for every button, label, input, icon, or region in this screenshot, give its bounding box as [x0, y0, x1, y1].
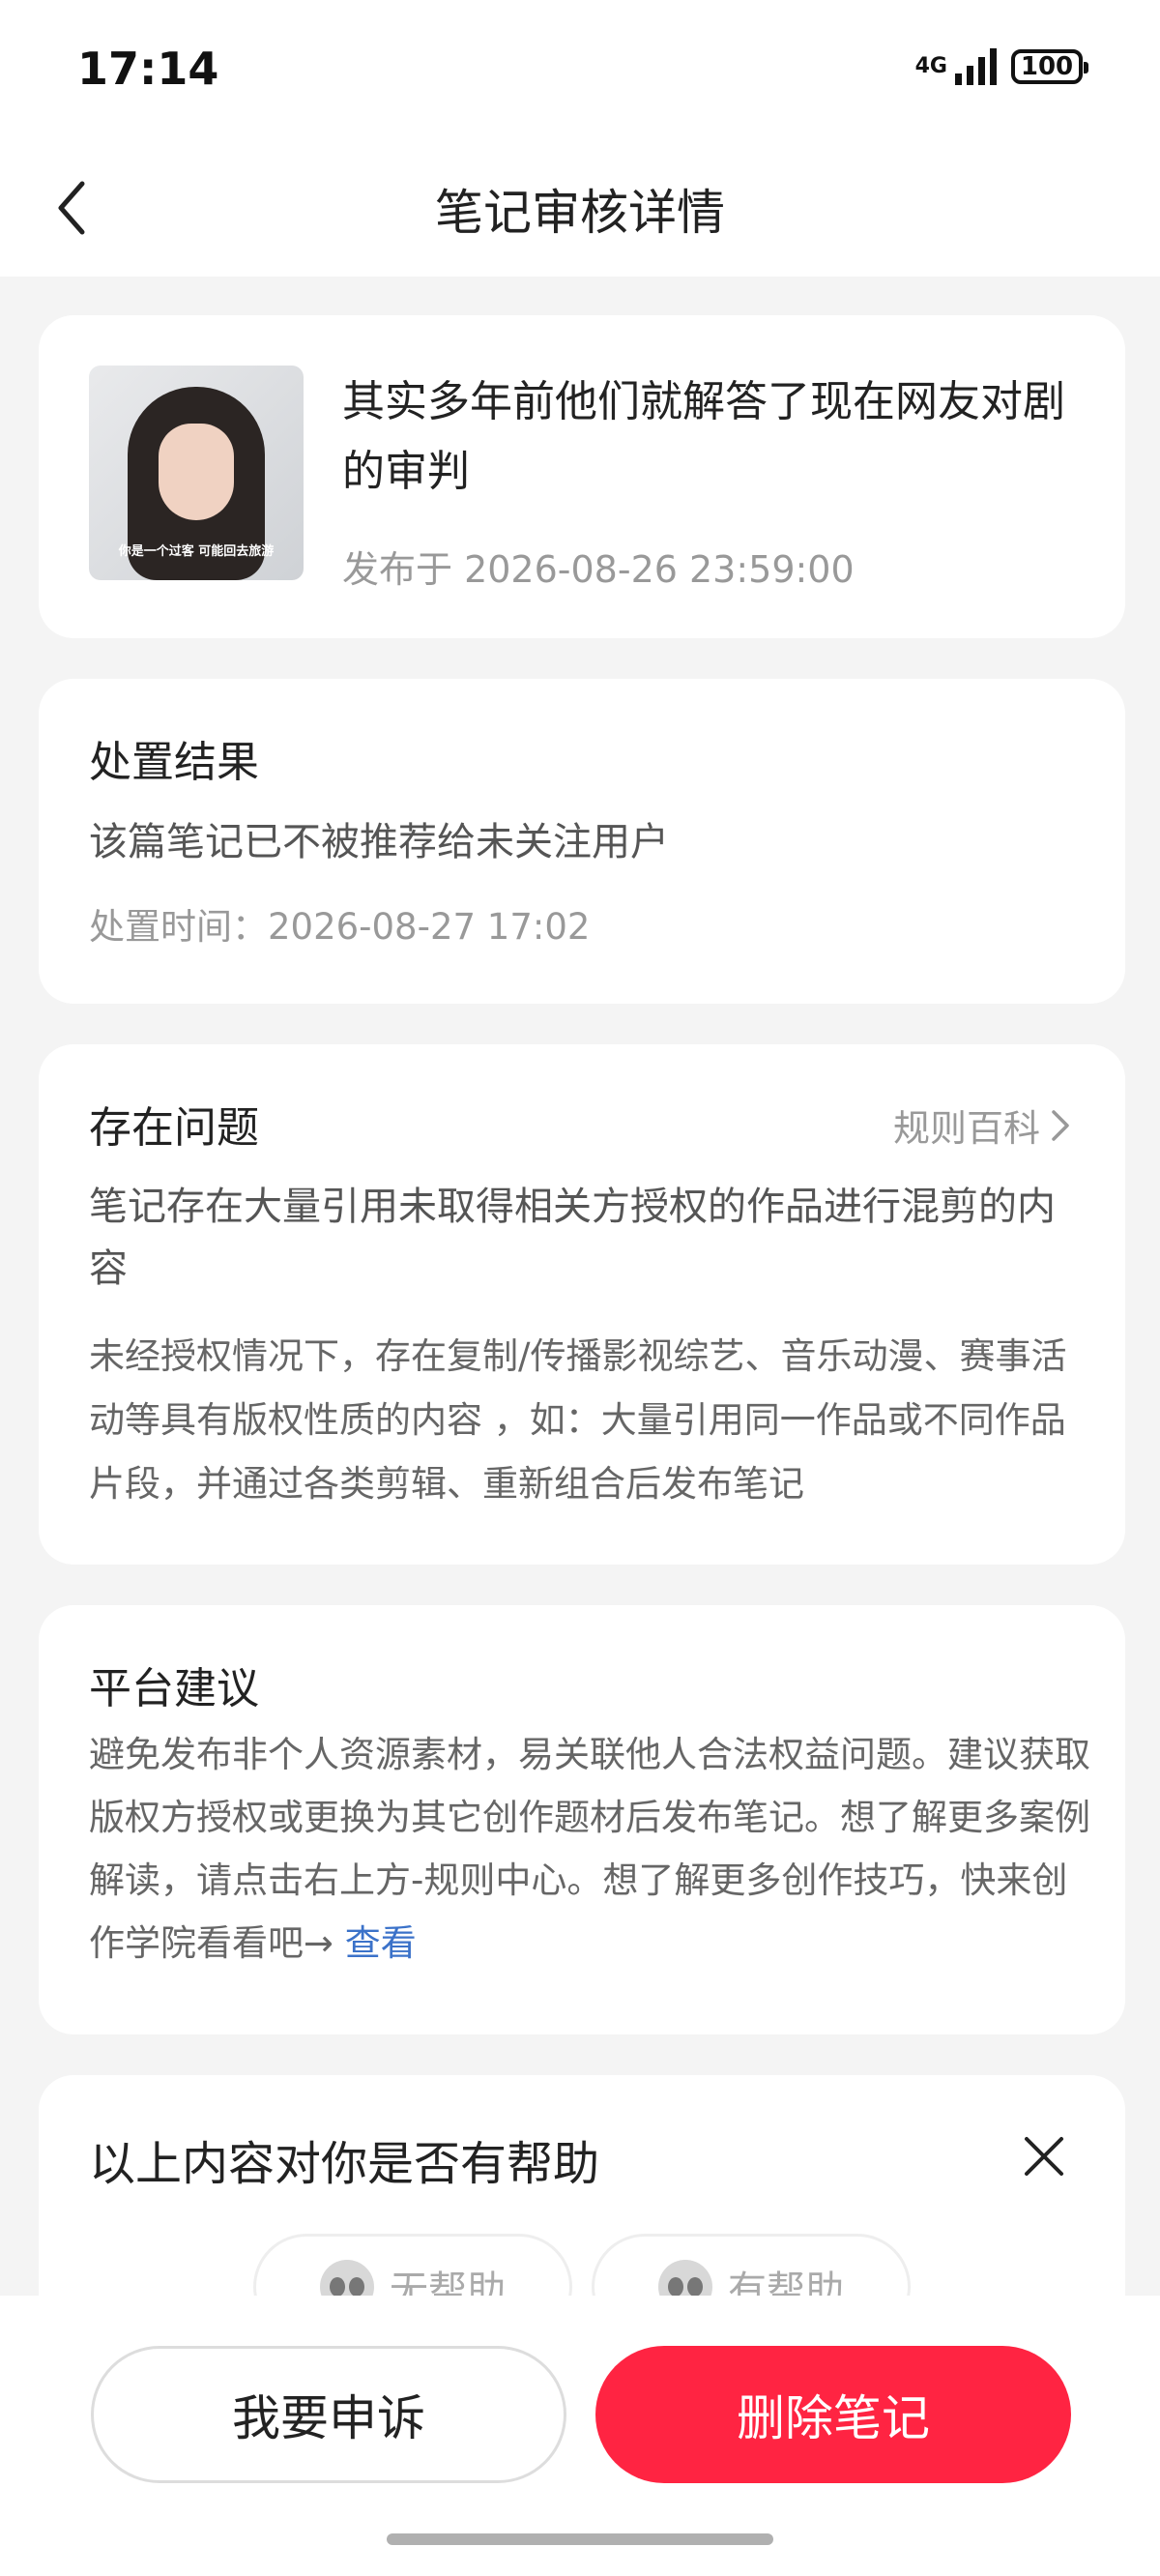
signal-icon	[955, 48, 997, 85]
suggestion-heading: 平台建议	[89, 1664, 259, 1713]
battery-icon: 100	[1011, 49, 1088, 84]
rules-wiki-link[interactable]: 规则百科	[893, 1098, 1071, 1152]
issue-card: 存在问题 规则百科 笔记存在大量引用未取得相关方授权的作品进行混剪的内容 未经授…	[39, 1044, 1125, 1565]
home-indicator[interactable]	[387, 2533, 773, 2545]
issue-title: 笔记存在大量引用未取得相关方授权的作品进行混剪的内容	[89, 1185, 1056, 1291]
feedback-question: 以上内容对你是否有帮助	[89, 2137, 600, 2191]
close-icon	[1025, 2137, 1063, 2176]
close-feedback-button[interactable]	[1017, 2129, 1071, 2183]
status-time: 17:14	[77, 43, 219, 95]
chevron-right-icon	[1052, 1109, 1069, 1141]
result-heading: 处置结果	[89, 738, 259, 787]
result-text: 该篇笔记已不被推荐给未关注用户	[89, 820, 669, 864]
status-bar: 17:14 4G 100	[0, 0, 1160, 135]
note-thumbnail[interactable]: 你是一个过客 可能回去旅游	[89, 366, 304, 580]
delete-note-button[interactable]: 删除笔记	[595, 2346, 1071, 2483]
nav-bar: 笔记审核详情	[0, 135, 1160, 277]
page-title: 笔记审核详情	[435, 185, 725, 241]
note-card[interactable]: 你是一个过客 可能回去旅游 其实多年前他们就解答了现在网友对剧的审判 发布于 2…	[39, 315, 1125, 638]
result-card: 处置结果 该篇笔记已不被推荐给未关注用户 处置时间：2026-08-27 17:…	[39, 679, 1125, 1004]
note-publish-date: 发布于 2026-08-26 23:59:00	[342, 548, 855, 591]
issue-heading: 存在问题	[89, 1103, 259, 1153]
suggestion-body: 避免发布非个人资源素材，易关联他人合法权益问题。建议获取版权方授权或更换为其它创…	[89, 1723, 1094, 1975]
view-academy-link[interactable]: 查看	[345, 1922, 417, 1964]
thumbnail-caption: 你是一个过客 可能回去旅游	[118, 544, 275, 559]
status-icons: 4G 100	[914, 48, 1088, 85]
result-time: 处置时间：2026-08-27 17:02	[89, 906, 591, 948]
appeal-button[interactable]: 我要申诉	[91, 2346, 566, 2483]
issue-description: 未经授权情况下，存在复制/传播影视综艺、音乐动漫、赛事活动等具有版权性质的内容 …	[89, 1335, 1067, 1505]
network-type: 4G	[914, 54, 947, 78]
thumbnail-face	[159, 424, 234, 520]
suggestion-card: 平台建议 避免发布非个人资源素材，易关联他人合法权益问题。建议获取版权方授权或更…	[39, 1605, 1125, 2034]
note-title: 其实多年前他们就解答了现在网友对剧的审判	[342, 377, 1065, 496]
suggestion-text: 避免发布非个人资源素材，易关联他人合法权益问题。建议获取版权方授权或更换为其它创…	[89, 1734, 1090, 1964]
rules-wiki-label: 规则百科	[892, 1107, 1040, 1150]
battery-level: 100	[1020, 52, 1074, 81]
